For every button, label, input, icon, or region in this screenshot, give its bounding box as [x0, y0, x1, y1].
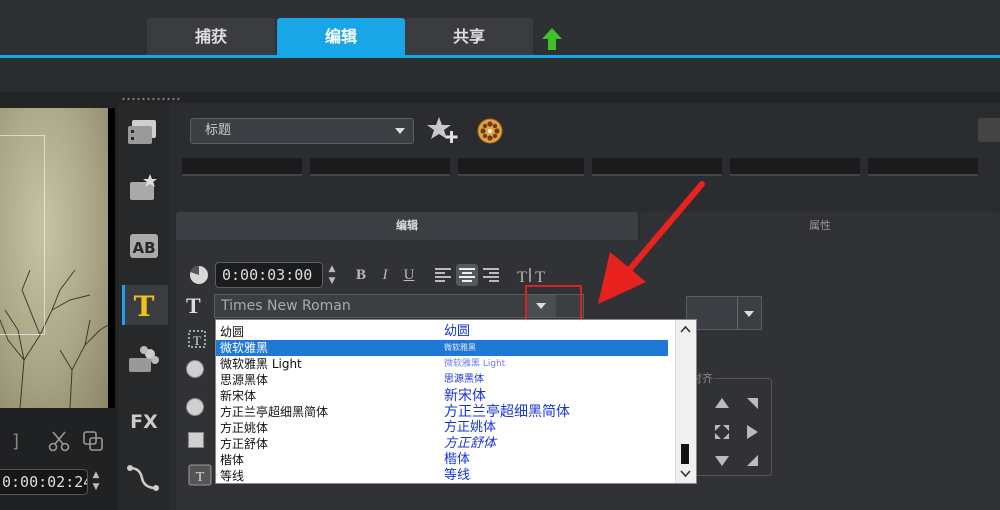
align-center-icon[interactable] — [456, 264, 478, 286]
italic-button[interactable]: I — [374, 264, 396, 286]
library-thumbnail[interactable] — [868, 158, 978, 176]
sub-toolbar — [0, 58, 1000, 92]
svg-text:T: T — [134, 290, 155, 323]
film-reel-icon[interactable] — [476, 117, 504, 145]
timecode-spinner[interactable]: ▲ ▼ — [90, 469, 102, 495]
svg-text:T: T — [196, 470, 205, 485]
highlight-annotation — [525, 285, 582, 322]
underline-button[interactable]: U — [398, 264, 420, 286]
text-background-checkbox[interactable] — [188, 432, 204, 448]
font-item-name: 微软雅黑 — [220, 341, 269, 355]
preview-timecode[interactable]: 0:00:02:24 — [0, 469, 88, 495]
filter-fx-icon[interactable]: FX — [124, 400, 164, 440]
media-icon[interactable] — [124, 112, 164, 152]
font-item-preview: 方正姚体 — [444, 420, 497, 435]
panel-resize-grip[interactable] — [121, 96, 181, 102]
scroll-down-icon[interactable] — [676, 464, 695, 482]
library-thumbnail[interactable] — [730, 158, 860, 176]
path-motion-icon[interactable] — [124, 458, 164, 498]
font-list-item[interactable]: 等线 等线 — [216, 468, 668, 483]
preview-safe-area — [0, 135, 45, 335]
title-t-icon[interactable]: T — [124, 285, 164, 325]
text-background-icon[interactable]: T — [188, 464, 212, 486]
font-item-name: 微软雅黑 Light — [220, 357, 302, 371]
font-list-item[interactable]: 思源黑体 思源黑体 — [216, 372, 668, 388]
tab-edit-options[interactable]: 编辑 — [176, 212, 638, 240]
duration-stepper[interactable]: ▲ ▼ — [325, 263, 339, 287]
scrollbar-thumb[interactable] — [681, 444, 689, 464]
font-item-preview: 微软雅黑 Light — [444, 359, 506, 369]
font-item-preview: 楷体 — [444, 452, 471, 467]
font-item-preview: 方正兰亭超细黑简体 — [444, 404, 570, 420]
bold-button[interactable]: B — [350, 264, 372, 286]
preview-border — [108, 108, 115, 408]
text-t-icon: T — [186, 293, 201, 318]
svg-text:T: T — [517, 269, 527, 286]
font-item-name: 楷体 — [220, 453, 245, 467]
multi-title-radio[interactable] — [186, 398, 204, 416]
tab-edit[interactable]: 编辑 — [277, 18, 405, 55]
scissor-icon[interactable] — [48, 430, 70, 452]
align-right-icon[interactable] — [480, 264, 502, 286]
font-item-name: 等线 — [220, 469, 245, 483]
align-left-icon[interactable] — [432, 264, 454, 286]
text-direction-icon[interactable]: T T — [514, 264, 550, 286]
red-arrow-annotation — [598, 181, 705, 304]
svg-text:T: T — [193, 333, 201, 348]
font-item-preview: 幼圆 — [444, 324, 471, 339]
align-right-arrow-icon[interactable] — [742, 422, 762, 442]
font-item-preview: 方正舒体 — [444, 436, 497, 451]
align-center-all-icon[interactable] — [712, 422, 732, 442]
font-item-preview: 新宋体 — [444, 388, 486, 404]
font-item-name: 方正兰亭超细黑简体 — [220, 405, 329, 419]
font-list-item[interactable]: 幼圆 幼圆 — [216, 324, 668, 340]
align-bottom-right-icon[interactable] — [742, 450, 762, 470]
single-title-radio[interactable] — [186, 360, 204, 378]
tab-share[interactable]: 共享 — [405, 18, 533, 55]
font-list-item[interactable]: 方正姚体 方正姚体 — [216, 420, 668, 436]
chevron-down-icon[interactable] — [394, 126, 406, 136]
svg-text:FX: FX — [130, 411, 158, 433]
font-item-preview: 等线 — [444, 468, 471, 483]
copy-icon[interactable] — [82, 430, 104, 452]
font-item-name: 幼圆 — [220, 325, 245, 339]
graphics-icon[interactable] — [124, 340, 164, 380]
align-bottom-icon[interactable] — [712, 450, 732, 470]
scroll-up-icon[interactable] — [676, 321, 695, 339]
font-list-item[interactable]: 方正兰亭超细黑简体 方正兰亭超细黑简体 — [216, 404, 668, 420]
font-item-name: 方正姚体 — [220, 421, 269, 435]
font-item-name: 新宋体 — [220, 389, 257, 403]
font-dropdown-list: 幼圆 幼圆 微软雅黑 微软雅黑 微软雅黑 Light 微软雅黑 Light 思源… — [215, 319, 697, 484]
library-thumbnail[interactable] — [310, 158, 450, 176]
font-list-item[interactable]: 楷体 楷体 — [216, 452, 668, 468]
library-thumbnail[interactable] — [182, 158, 302, 176]
instant-project-icon[interactable] — [124, 168, 164, 208]
align-top-right-icon[interactable] — [742, 394, 762, 414]
font-item-preview: 思源黑体 — [444, 374, 484, 385]
upload-arrow-icon[interactable] — [541, 27, 563, 51]
library-thumbnail[interactable] — [458, 158, 584, 176]
text-box-icon[interactable]: T — [186, 328, 208, 350]
font-item-name: 方正舒体 — [220, 437, 269, 451]
mark-out-icon[interactable]: ] — [12, 431, 34, 453]
svg-text:T: T — [535, 269, 545, 286]
library-thumbnail[interactable] — [592, 158, 722, 176]
clock-icon — [190, 266, 208, 284]
align-top-icon[interactable] — [712, 394, 732, 414]
font-list-item[interactable]: 新宋体 新宋体 — [216, 388, 668, 404]
duration-input[interactable]: 0:00:03:00 — [215, 262, 323, 288]
star-add-icon[interactable] — [426, 115, 460, 145]
library-category-select[interactable]: 标题 — [190, 118, 414, 144]
font-list-item[interactable]: 方正舒体 方正舒体 — [216, 436, 668, 452]
transition-ab-icon[interactable]: AB — [124, 226, 164, 266]
font-list-item[interactable]: 微软雅黑 Light 微软雅黑 Light — [216, 356, 668, 372]
font-list-item-selected[interactable]: 微软雅黑 微软雅黑 — [216, 340, 668, 356]
font-item-name: 思源黑体 — [220, 373, 269, 387]
view-toggle-button[interactable] — [978, 118, 1000, 142]
chevron-down-icon[interactable] — [743, 309, 755, 319]
font-item-preview: 微软雅黑 — [444, 343, 476, 352]
tab-capture[interactable]: 捕获 — [147, 18, 275, 55]
svg-text:AB: AB — [132, 239, 155, 257]
